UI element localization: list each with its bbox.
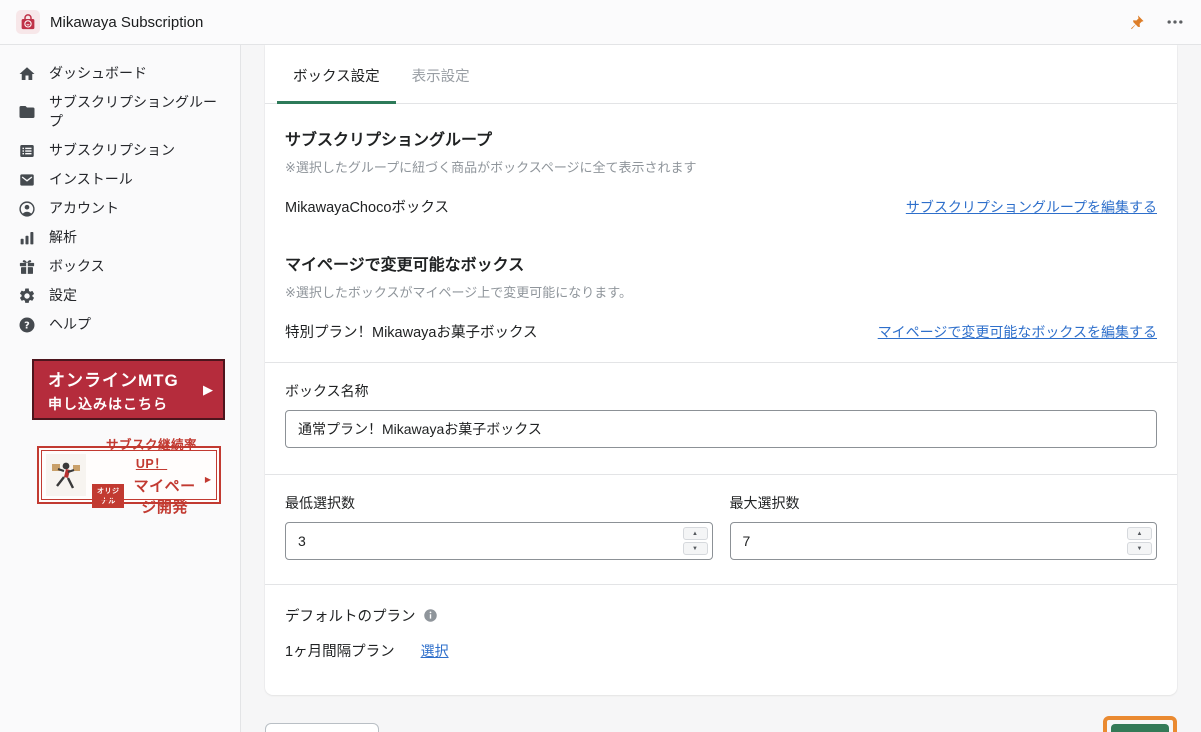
list-icon xyxy=(20,144,34,157)
help-icon: ? xyxy=(19,317,35,332)
save-button-highlight: 保存 xyxy=(1103,716,1177,732)
sidebar-item-label: 設定 xyxy=(49,287,77,303)
promo-text: マイページ開発 xyxy=(133,477,196,516)
sidebar-item-dashboard[interactable]: ダッシュボード xyxy=(0,59,240,88)
cancel-button[interactable]: キャンセル xyxy=(265,723,379,732)
section-note: ※選択したグループに紐づく商品がボックスページに全て表示されます xyxy=(285,160,697,175)
promo-badge: オリジナル xyxy=(92,483,125,508)
default-plan-value: 1ヶ月間隔プラン xyxy=(285,644,395,660)
pin-icon[interactable] xyxy=(1128,14,1145,31)
sidebar-item-subscription[interactable]: サブスクリプション xyxy=(0,136,240,165)
arrow-right-icon: ▶ xyxy=(204,474,211,484)
gift-icon xyxy=(19,259,35,274)
default-plan-label: デフォルトのプラン xyxy=(285,609,416,625)
sidebar-item-label: サブスクリプショングループ xyxy=(49,94,217,129)
min-select-label: 最低選択数 xyxy=(285,495,355,511)
info-icon[interactable] xyxy=(423,608,438,623)
tab-display-settings[interactable]: 表示設定 xyxy=(396,45,486,104)
mypage-box-value: 特別プラン！Mikawayaお菓子ボックス xyxy=(285,325,538,341)
mtg-banner-title: オンラインMTG xyxy=(48,370,179,390)
sidebar-item-analytics[interactable]: 解析 xyxy=(0,223,240,252)
ellipsis-icon[interactable] xyxy=(1165,12,1185,32)
min-select-input[interactable] xyxy=(285,522,713,560)
max-select-label: 最大選択数 xyxy=(729,495,800,511)
box-name-input[interactable] xyxy=(285,410,1157,448)
running-person-illustration xyxy=(46,454,86,496)
sidebar-item-label: 解析 xyxy=(49,229,77,245)
tab-bar: ボックス設定 表示設定 xyxy=(265,45,1177,104)
section-note: ※選択したボックスがマイページ上で変更可能になります。 xyxy=(285,285,632,300)
mypage-promo-banner[interactable]: サブスク継続率UP！ オリジナル マイページ開発 ▶ xyxy=(37,438,221,516)
sidebar-item-install[interactable]: インストール xyxy=(0,165,240,194)
mtg-banner-subtitle: 申し込みはこちら xyxy=(48,395,168,412)
sidebar-item-help[interactable]: ? ヘルプ xyxy=(0,310,240,339)
sidebar-item-settings[interactable]: 設定 xyxy=(0,281,240,310)
envelope-icon xyxy=(20,173,34,186)
promo-headline: サブスク継続率UP！ xyxy=(105,437,197,471)
sidebar-item-account[interactable]: アカウント xyxy=(0,194,240,223)
home-icon xyxy=(19,66,35,80)
box-settings-card: ボックス設定 表示設定 サブスクリプショングループ ※選択したグループに紐づく商… xyxy=(265,45,1177,695)
online-mtg-banner[interactable]: オンラインMTG 申し込みはこちら ▶ xyxy=(32,359,225,420)
sidebar-item-subscription-group[interactable]: サブスクリプショングループ xyxy=(0,88,240,136)
max-select-input[interactable] xyxy=(729,522,1157,560)
app-logo-icon xyxy=(16,10,40,34)
default-plan-block: デフォルトのプラン 1ヶ月間隔プラン 選択 xyxy=(265,585,1177,695)
sidebar-item-label: ヘルプ xyxy=(49,316,91,332)
account-icon xyxy=(19,200,35,217)
mypage-box-section: マイページで変更可能なボックス ※選択したボックスがマイページ上で変更可能になり… xyxy=(265,237,1177,362)
save-button[interactable]: 保存 xyxy=(1111,724,1169,732)
stepper-down-icon[interactable]: ▼ xyxy=(682,542,708,555)
topbar: Mikawaya Subscription xyxy=(0,0,1201,45)
bar-chart-icon xyxy=(20,231,34,244)
stepper-up-icon[interactable]: ▲ xyxy=(1127,527,1152,540)
edit-mypage-box-link[interactable]: マイページで変更可能なボックスを編集する xyxy=(878,322,1157,342)
main-content: ボックス設定 表示設定 サブスクリプショングループ ※選択したグループに紐づく商… xyxy=(241,45,1201,732)
tab-box-settings[interactable]: ボックス設定 xyxy=(277,45,396,104)
sidebar: ダッシュボード サブスクリプショングループ サブスクリプション インストール ア… xyxy=(0,45,241,732)
stepper-up-icon[interactable]: ▲ xyxy=(682,527,708,540)
selection-count-row: 最低選択数 ▲ ▼ 最大選択数 ▲ ▼ xyxy=(265,475,1177,584)
edit-subscription-group-link[interactable]: サブスクリプショングループを編集する xyxy=(906,197,1157,217)
arrow-right-icon: ▶ xyxy=(203,381,213,397)
subscription-group-section: サブスクリプショングループ ※選択したグループに紐づく商品がボックスページに全て… xyxy=(265,104,1177,237)
subscription-group-value: MikawayaChocoボックス xyxy=(285,200,449,216)
gear-icon xyxy=(19,287,35,303)
sidebar-item-label: ボックス xyxy=(49,258,105,274)
box-name-label: ボックス名称 xyxy=(285,383,369,399)
folder-icon xyxy=(19,106,35,118)
stepper-down-icon[interactable]: ▼ xyxy=(1127,542,1152,555)
plan-select-link[interactable]: 選択 xyxy=(421,641,449,661)
app-title: Mikawaya Subscription xyxy=(50,13,204,31)
sidebar-item-label: アカウント xyxy=(49,200,119,216)
box-name-field-block: ボックス名称 xyxy=(265,363,1177,474)
sidebar-item-label: サブスクリプション xyxy=(49,142,175,158)
svg-text:?: ? xyxy=(24,320,30,331)
section-title: マイページで変更可能なボックス xyxy=(285,257,525,274)
sidebar-item-box[interactable]: ボックス xyxy=(0,252,240,281)
section-title: サブスクリプショングループ xyxy=(285,132,493,149)
sidebar-item-label: インストール xyxy=(49,171,133,187)
sidebar-item-label: ダッシュボード xyxy=(49,65,147,81)
form-actions: キャンセル 保存 xyxy=(265,716,1177,732)
